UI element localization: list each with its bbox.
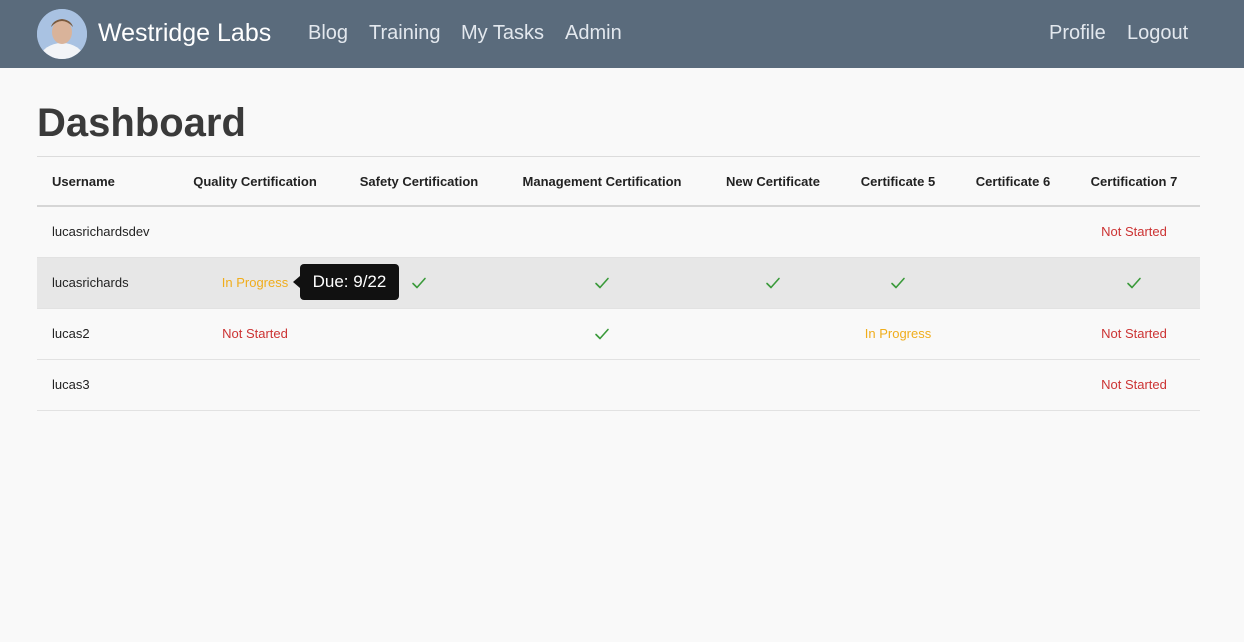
nav-link-logout[interactable]: Logout (1127, 21, 1188, 45)
tooltip-arrow (293, 276, 300, 288)
status-quality-certification: Not Started (222, 326, 288, 341)
top-navbar: Westridge Labs Blog Training My Tasks Ad… (0, 0, 1244, 68)
column-header-safety-certification[interactable]: Safety Certification (360, 157, 478, 206)
table-row[interactable]: lucas3 Not Started (37, 360, 1200, 411)
check-icon (765, 258, 781, 308)
check-icon (1126, 258, 1142, 308)
username-cell: lucasrichards (52, 275, 129, 290)
status-certificate-5[interactable]: In Progress (865, 309, 931, 359)
page-title: Dashboard (37, 101, 246, 145)
nav-link-training[interactable]: Training (369, 21, 441, 45)
username-cell: lucasrichardsdev (52, 224, 150, 239)
nav-link-profile[interactable]: Profile (1049, 21, 1106, 45)
column-header-username[interactable]: Username (52, 157, 115, 206)
status-quality-certification[interactable]: In Progress (222, 258, 288, 308)
column-header-certification-7[interactable]: Certification 7 (1091, 157, 1178, 206)
check-icon (890, 258, 906, 308)
brand-name[interactable]: Westridge Labs (98, 18, 271, 48)
table-header-row: Username Quality Certification Safety Ce… (37, 156, 1200, 207)
nav-link-admin[interactable]: Admin (565, 21, 622, 45)
nav-link-blog[interactable]: Blog (308, 21, 348, 45)
table-row[interactable]: lucasrichardsdev Not Started (37, 207, 1200, 258)
table-body: lucasrichardsdev Not Started lucasrichards… (37, 207, 1200, 411)
column-header-new-certificate[interactable]: New Certificate (726, 157, 820, 206)
table-row[interactable]: lucas2 Not Started In Progress Not Started (37, 309, 1200, 360)
username-cell: lucas2 (52, 326, 90, 341)
username-cell: lucas3 (52, 377, 90, 392)
check-icon (411, 258, 427, 308)
check-icon (594, 309, 610, 359)
user-avatar[interactable] (37, 9, 87, 59)
certification-table: Username Quality Certification Safety Ce… (37, 156, 1200, 411)
column-header-quality-certification[interactable]: Quality Certification (193, 157, 317, 206)
nav-link-my-tasks[interactable]: My Tasks (461, 21, 544, 45)
column-header-management-certification[interactable]: Management Certification (523, 157, 682, 206)
column-header-certificate-6[interactable]: Certificate 6 (976, 157, 1050, 206)
status-certification-7: Not Started (1101, 326, 1167, 341)
table-row[interactable]: lucasrichards In Progress (37, 258, 1200, 309)
due-date-tooltip: Due: 9/22 (300, 264, 399, 300)
status-certification-7: Not Started (1101, 377, 1167, 392)
status-certification-7: Not Started (1101, 224, 1167, 239)
column-header-certificate-5[interactable]: Certificate 5 (861, 157, 935, 206)
check-icon (594, 258, 610, 308)
